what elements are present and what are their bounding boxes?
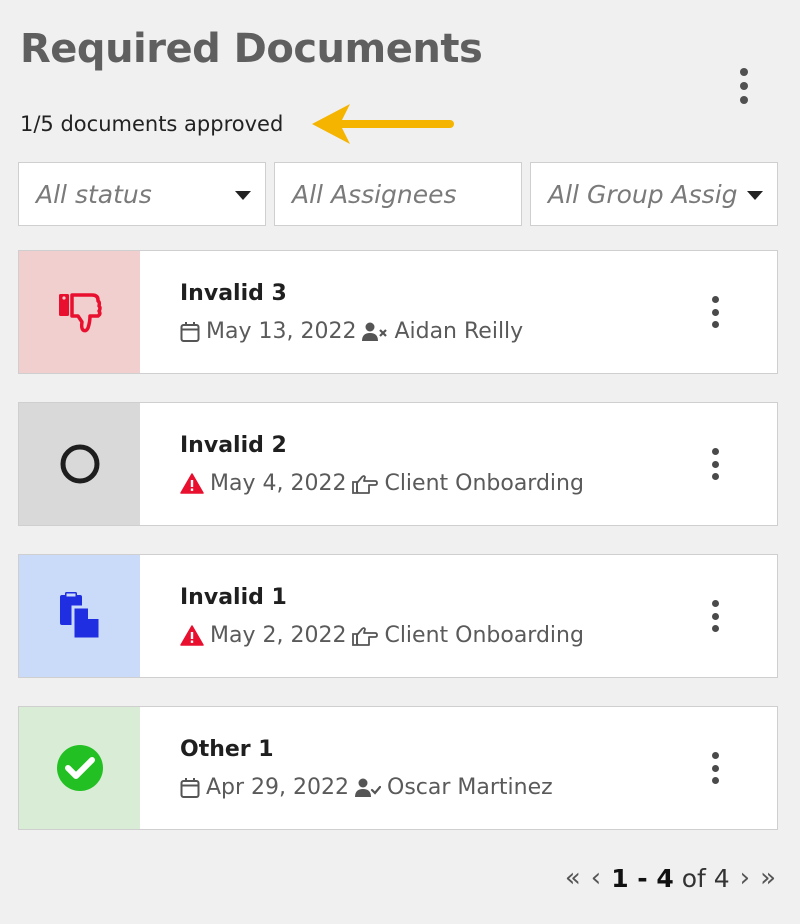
calendar-icon [180, 777, 200, 798]
document-name[interactable]: Invalid 1 [180, 585, 287, 610]
empty-circle-icon [60, 444, 99, 484]
group-assignee-filter[interactable]: All Group Assig [530, 162, 778, 226]
document-card[interactable]: Invalid 1 May 2, 2022 Client Onboarding [18, 554, 778, 678]
document-assignee: Client Onboarding [384, 471, 584, 496]
document-card[interactable]: Invalid 2 May 4, 2022 Client Onboarding [18, 402, 778, 526]
document-meta: May 13, 2022 Aidan Reilly [180, 319, 523, 344]
next-page-button[interactable]: › [740, 865, 750, 891]
document-meta: May 2, 2022 Client Onboarding [180, 623, 584, 648]
more-options-icon[interactable] [734, 68, 754, 104]
assignees-filter-label: All Assignees [292, 179, 457, 209]
prev-page-button[interactable]: ‹ [591, 865, 601, 891]
filter-bar: All status All Assignees All Group Assig [18, 162, 778, 228]
first-page-button[interactable]: « [565, 865, 581, 891]
document-card[interactable]: Other 1 Apr 29, 2022 Oscar Martinez [18, 706, 778, 830]
group-filter-label: All Group Assig [548, 179, 738, 209]
document-date: May 13, 2022 [206, 319, 357, 344]
status-panel [19, 251, 140, 373]
user-check-icon [355, 778, 382, 797]
card-options-icon[interactable] [707, 296, 723, 328]
card-options-icon[interactable] [707, 448, 723, 480]
status-panel [19, 555, 140, 677]
card-options-icon[interactable] [707, 600, 723, 632]
document-meta: May 4, 2022 Client Onboarding [180, 471, 584, 496]
pointing-hand-icon [352, 474, 379, 494]
document-name[interactable]: Invalid 3 [180, 281, 287, 306]
document-date: Apr 29, 2022 [206, 775, 350, 800]
calendar-icon [180, 321, 200, 342]
user-removed-icon [362, 322, 388, 341]
thumbs-down-icon [58, 293, 102, 333]
document-date: May 4, 2022 [210, 471, 347, 496]
warning-icon [180, 625, 204, 646]
document-meta: Apr 29, 2022 Oscar Martinez [180, 775, 553, 800]
page-title: Required Documents [20, 26, 483, 72]
document-assignee: Client Onboarding [384, 623, 584, 648]
document-date: May 2, 2022 [210, 623, 347, 648]
arrow-left-icon [312, 104, 454, 144]
caret-down-icon [235, 191, 251, 200]
assignees-filter[interactable]: All Assignees [274, 162, 522, 226]
document-name[interactable]: Invalid 2 [180, 433, 287, 458]
status-panel [19, 707, 140, 829]
status-panel [19, 403, 140, 525]
page-range: 1 - 4 [611, 863, 674, 893]
pointing-hand-icon [352, 626, 379, 646]
check-circle-icon [56, 745, 103, 791]
pagination: « ‹ 1 - 4 of 4 › » [565, 860, 776, 896]
document-assignee: Oscar Martinez [387, 775, 553, 800]
last-page-button[interactable]: » [760, 865, 776, 891]
document-card[interactable]: Invalid 3 May 13, 2022 Aidan Reilly [18, 250, 778, 374]
copy-document-icon [59, 592, 101, 641]
document-name[interactable]: Other 1 [180, 737, 274, 762]
status-filter-label: All status [36, 179, 152, 209]
card-options-icon[interactable] [707, 752, 723, 784]
page-total: of 4 [681, 863, 730, 893]
status-filter[interactable]: All status [18, 162, 266, 226]
warning-icon [180, 473, 204, 494]
document-assignee: Aidan Reilly [394, 319, 524, 344]
approval-summary: 1/5 documents approved [20, 112, 284, 136]
caret-down-icon [747, 191, 763, 200]
